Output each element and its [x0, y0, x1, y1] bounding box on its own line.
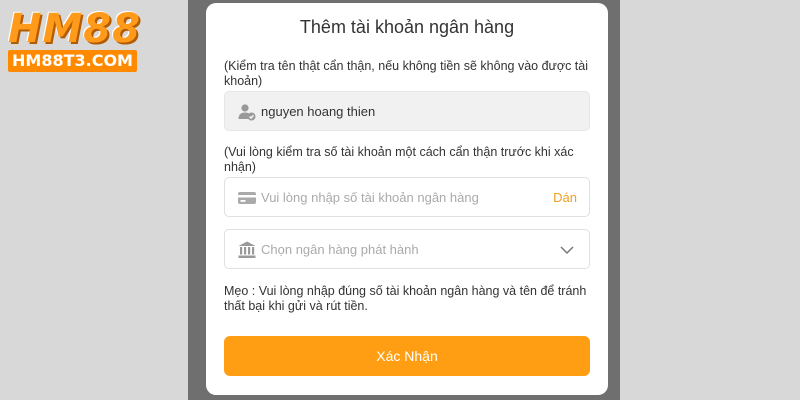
- background-left: HM88 HM88T3.COM: [0, 0, 188, 400]
- account-holder-name-value: nguyen hoang thien: [261, 104, 376, 119]
- add-bank-account-dialog: Thêm tài khoản ngân hàng (Kiểm tra tên t…: [206, 3, 608, 395]
- bank-icon: [237, 240, 257, 260]
- bank-select-placeholder: Chọn ngân hàng phát hành: [261, 242, 419, 257]
- background-right: [620, 0, 800, 400]
- name-warning-note: (Kiểm tra tên thật cẩn thận, nếu không t…: [224, 59, 589, 88]
- account-holder-name-field: nguyen hoang thien: [224, 91, 590, 131]
- dialog-title: Thêm tài khoản ngân hàng: [299, 17, 515, 37]
- confirm-button[interactable]: Xác Nhận: [224, 336, 590, 376]
- paste-button[interactable]: Dán: [553, 190, 577, 206]
- account-warning-note: (Vui lòng kiểm tra số tài khoản một cách…: [224, 145, 574, 174]
- chevron-down-icon[interactable]: [559, 242, 575, 258]
- brand-logo: HM88 HM88T3.COM: [8, 6, 141, 72]
- bank-select[interactable]: Chọn ngân hàng phát hành: [224, 229, 590, 269]
- logo-domain-text: HM88T3.COM: [8, 50, 137, 72]
- logo-main-text: HM88: [8, 6, 141, 52]
- user-verified-icon: [237, 102, 257, 122]
- tip-note: Mẹo : Vui lòng nhập đúng số tài khoản ng…: [224, 284, 587, 313]
- card-icon: [237, 188, 257, 208]
- account-number-placeholder: Vui lòng nhập số tài khoản ngân hàng: [261, 190, 479, 205]
- account-number-input[interactable]: Vui lòng nhập số tài khoản ngân hàng Dán: [224, 177, 590, 217]
